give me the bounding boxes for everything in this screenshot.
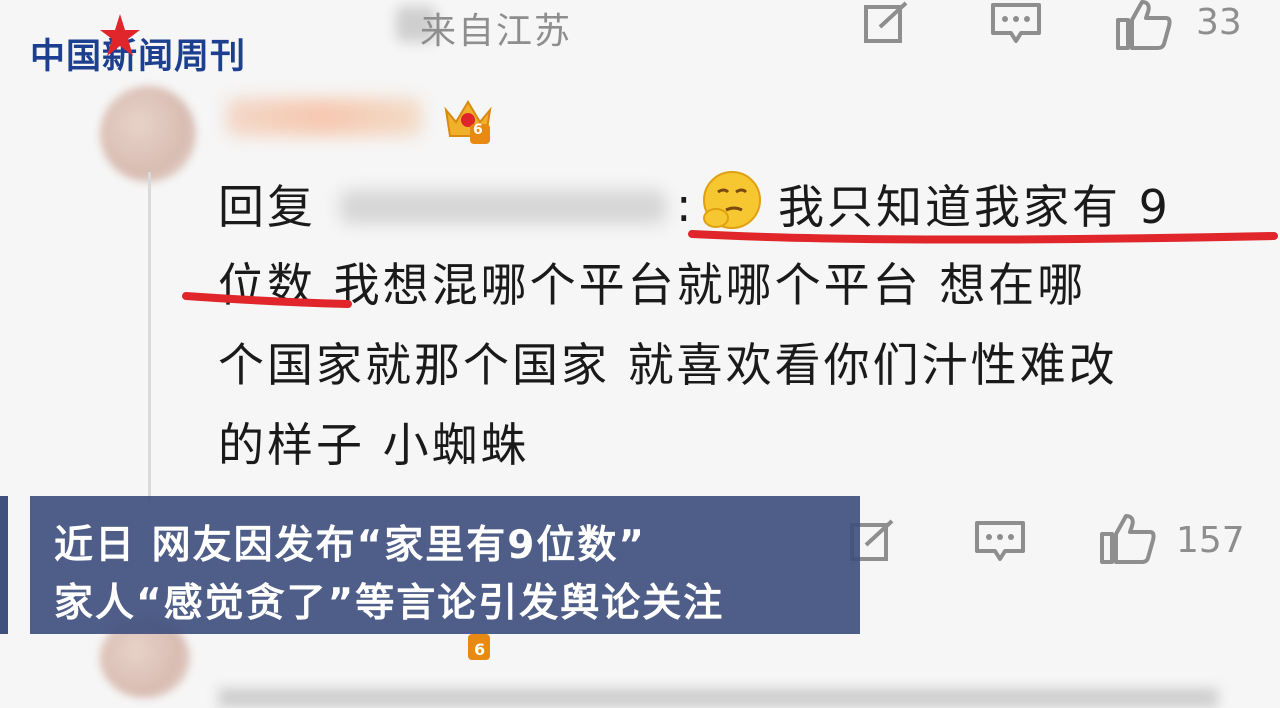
news-caption: 近日 网友因发布“家里有9位数” 家人“感觉贪了”等言论引发舆论关注: [30, 496, 860, 634]
next-comment-blurred: [218, 688, 1218, 708]
reply-prefix: 回复: [218, 180, 316, 234]
comment-line-3: 个国家就那个国家 就喜欢看你们汁性难改: [218, 338, 1118, 392]
username-blurred[interactable]: [226, 98, 422, 136]
member-crown-icon: [440, 90, 496, 150]
comment-icon-2[interactable]: [970, 516, 1030, 566]
crown-level: 6: [473, 122, 483, 138]
comment-line-2-rest: 我想混哪个平台就哪个平台 想在哪: [316, 258, 1087, 312]
caption-line-2: 家人“感觉贪了”等言论引发舆论关注: [54, 581, 725, 626]
comment-location: 来自江苏: [420, 11, 573, 52]
reply-target-blurred[interactable]: [340, 190, 666, 224]
avatar[interactable]: [100, 86, 196, 182]
member-crown-icon-2: [440, 628, 496, 672]
comment-line-1: 回复: [218, 184, 316, 230]
thread-line: [148, 172, 151, 502]
red-underline-1: [688, 230, 1278, 244]
red-underline-2: [182, 292, 352, 308]
share-icon[interactable]: [858, 0, 914, 46]
crown-level-2: 6: [474, 640, 486, 659]
comment-icon[interactable]: [986, 0, 1046, 46]
comment-line-4: 的样子 小蜘蛛: [218, 418, 530, 472]
like-count: 33: [1196, 2, 1242, 43]
like-thumb-icon[interactable]: [1112, 0, 1174, 50]
caption-accent-bar: [0, 496, 8, 634]
logo-star-icon: [96, 12, 140, 64]
like-count-2: 157: [1176, 520, 1245, 561]
like-thumb-icon-2[interactable]: [1096, 512, 1158, 566]
caption-line-1: 近日 网友因发布“家里有9位数”: [54, 523, 646, 568]
